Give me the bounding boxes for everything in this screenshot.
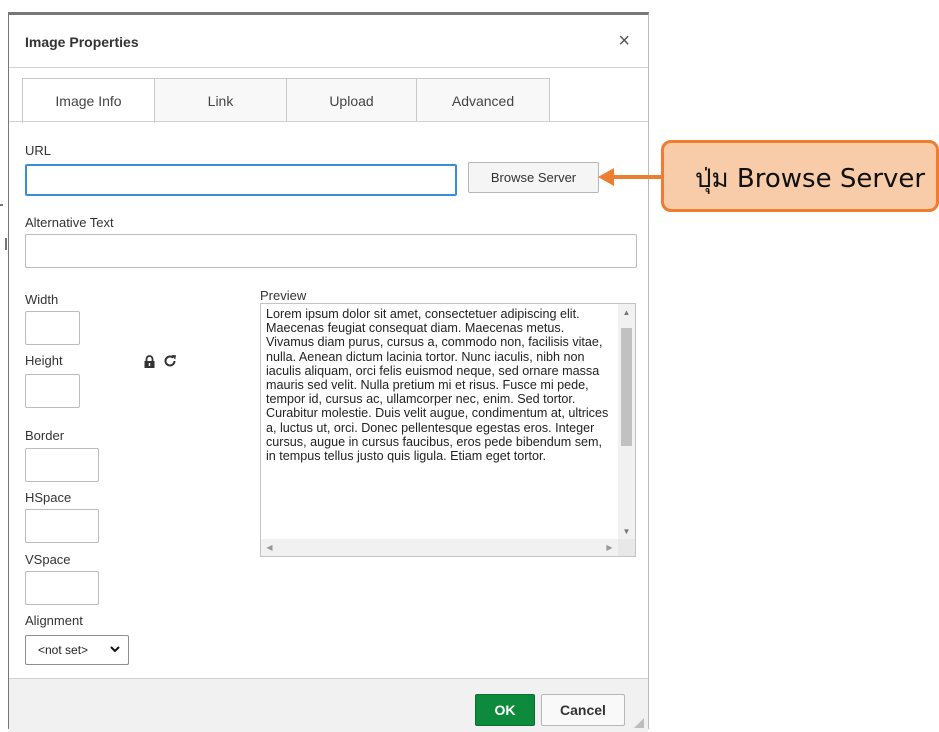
width-input[interactable] [25,311,80,345]
chevron-down-icon [110,646,120,653]
cancel-button[interactable]: Cancel [541,694,625,726]
height-label: Height [25,353,63,368]
alignment-select[interactable]: <not set> [25,635,129,665]
alt-text-label: Alternative Text [25,215,114,230]
vspace-label: VSpace [25,552,71,567]
alignment-label: Alignment [25,613,83,628]
tab-image-info[interactable]: Image Info [22,78,155,123]
ok-button[interactable]: OK [475,694,535,726]
height-input[interactable] [25,374,80,408]
dialog-title: Image Properties [25,34,139,50]
border-input[interactable] [25,448,99,482]
preview-vertical-scrollbar[interactable]: ▲ ▼ [618,304,635,540]
hspace-input[interactable] [25,509,99,543]
tab-advanced[interactable]: Advanced [416,78,550,122]
preview-text: Lorem ipsum dolor sit amet, consectetuer… [266,307,609,464]
preview-box[interactable]: Lorem ipsum dolor sit amet, consectetuer… [260,303,636,557]
tab-upload[interactable]: Upload [286,78,417,122]
scroll-down-icon[interactable]: ▼ [618,523,635,540]
url-input[interactable] [25,164,457,196]
hspace-label: HSpace [25,490,72,505]
callout-arrow [612,175,664,179]
image-properties-dialog: Image Properties × Image Info Link Uploa… [8,12,649,732]
resize-grip-icon[interactable] [634,718,644,728]
reset-size-icon[interactable] [163,354,177,368]
dialog-titlebar: Image Properties × [9,15,648,68]
border-label: Border [25,428,65,443]
preview-horizontal-scrollbar[interactable]: ◀ ▶ [261,539,618,556]
tab-link[interactable]: Link [154,78,287,122]
tab-divider [9,121,648,122]
scroll-right-icon[interactable]: ▶ [601,539,618,556]
browse-server-button[interactable]: Browse Server [468,162,599,193]
url-label: URL [25,143,52,158]
alt-text-input[interactable] [25,234,637,268]
lock-icon[interactable] [143,355,156,368]
close-button[interactable]: × [618,31,630,51]
alignment-value: <not set> [38,643,89,657]
scrollbar-thumb[interactable] [621,328,632,446]
callout-text: ปุ่ม Browse Server [695,164,926,194]
vspace-input[interactable] [25,571,99,605]
preview-label: Preview [260,288,307,303]
page-edge-mark [5,238,7,250]
width-label: Width [25,292,59,307]
callout-arrow-head [598,168,614,186]
scroll-left-icon[interactable]: ◀ [261,539,278,556]
scrollbar-corner [618,539,635,556]
dialog-footer: OK Cancel [9,678,648,732]
page-edge-mark [0,204,3,206]
scroll-up-icon[interactable]: ▲ [618,304,635,321]
